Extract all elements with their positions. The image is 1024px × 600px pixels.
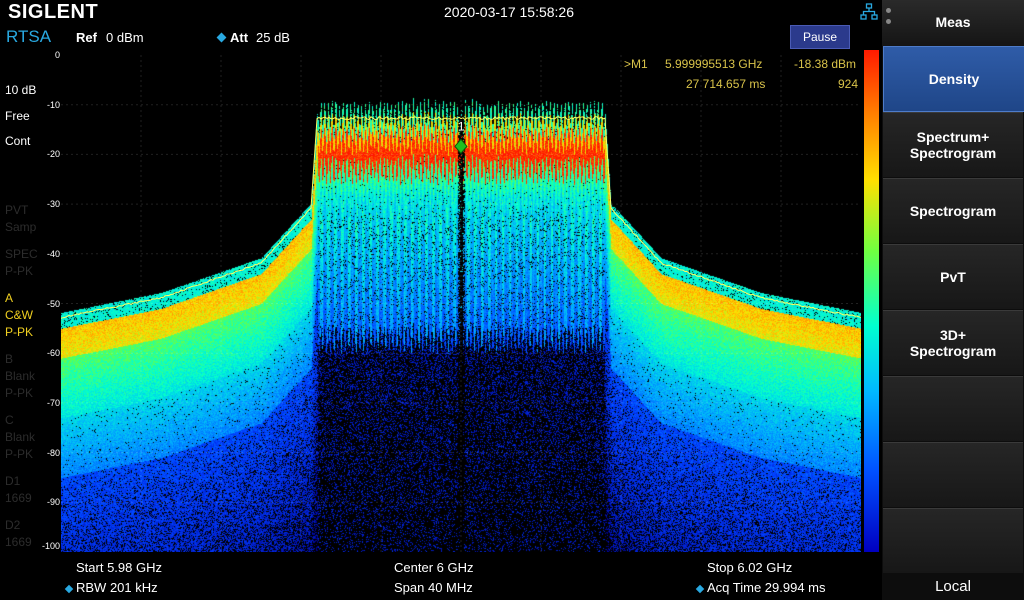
span-value[interactable]: Span 40 MHz [394,580,473,595]
y-tick-label: -90 [46,497,60,508]
trace-pvt: PVT [5,203,29,217]
marker-1-diamond[interactable] [454,138,468,155]
trace-b[interactable]: B [5,352,13,366]
trace-d2[interactable]: D2 [5,518,20,532]
ref-label: Ref [76,30,97,45]
meas-title: Meas [935,14,971,30]
start-frequency[interactable]: Start 5.98 GHz [76,560,162,575]
meas-header: Meas [882,0,1024,46]
trace-spec: SPEC [5,247,38,261]
trace-b-detector: P-PK [5,386,34,400]
menu-item-empty[interactable] [883,442,1023,507]
trace-a-detector: P-PK [5,325,34,339]
menu-item-spectrum-spectrogram[interactable]: Spectrum+ Spectrogram [883,112,1023,177]
trace-a-mode: C&W [5,308,33,322]
rbw-auto-icon [64,584,74,594]
pause-button[interactable]: Pause [790,25,850,49]
y-tick-label: -70 [46,397,60,408]
att-auto-icon [216,32,227,43]
trace-c[interactable]: C [5,413,14,427]
menu-item-3d-spectrogram[interactable]: 3D+ Spectrogram [883,310,1023,375]
trace-b-mode: Blank [5,369,36,383]
trace-c-detector: P-PK [5,447,34,461]
trace-spec-detector: P-PK [5,264,34,278]
datetime: 2020-03-17 15:58:26 [444,4,574,20]
att-label: Att [230,30,249,45]
sweep-mode[interactable]: Cont [5,134,30,148]
marker-hits: 924 [838,77,859,91]
y-tick-label: -50 [46,298,60,309]
trace-d2-value: 1669 [5,535,32,549]
trace-a[interactable]: A [5,291,13,305]
mode-label[interactable]: RTSA [6,27,51,47]
marker-label: >M1 [624,57,648,71]
y-tick-label: -40 [46,248,60,259]
center-frequency[interactable]: Center 6 GHz [394,560,473,575]
y-tick-label: -30 [46,199,60,210]
y-tick-label: -10 [46,99,60,110]
density-plot[interactable]: 1 [61,55,861,552]
local-status[interactable]: Local [882,578,1024,595]
marker-1-label: 1 [458,119,465,133]
brand-logo: SIGLENT [8,1,99,23]
menu-item-spectrogram[interactable]: Spectrogram [883,178,1023,243]
trigger-mode[interactable]: Free [5,109,30,123]
y-tick-label: -100 [41,541,60,551]
network-icon[interactable] [860,3,878,21]
density-colorbar [864,50,879,552]
acq-time[interactable]: Acq Time 29.994 ms [707,580,826,595]
y-tick-label: -80 [46,447,60,458]
rbw-value[interactable]: RBW 201 kHz [76,580,158,595]
marker-level: -18.38 dBm [794,57,857,71]
top-bar: SIGLENT 2020-03-17 15:58:26 [0,0,882,24]
y-tick-label: 0 [54,50,60,60]
marker-frequency: 5.999995513 GHz [665,57,763,71]
menu-item-empty[interactable] [883,508,1023,573]
plot-overlay: 1 [61,55,861,552]
y-tick-label: -20 [46,149,60,160]
att-value[interactable]: 25 dB [256,30,290,45]
marker-time: 27 714.657 ms [686,77,766,91]
trace-d1-value: 1669 [5,491,32,505]
trace-c-mode: Blank [5,430,36,444]
trace-pvt-detector: Samp [5,220,37,234]
y-tick-label: -60 [46,348,60,359]
acq-auto-icon [695,584,705,594]
menu-item-pvt[interactable]: PvT [883,244,1023,309]
scale-div[interactable]: 10 dB [5,83,36,97]
ref-value[interactable]: 0 dBm [106,30,144,45]
stop-frequency[interactable]: Stop 6.02 GHz [707,560,792,575]
menu-item-density[interactable]: Density [883,46,1024,112]
menu-item-empty[interactable] [883,376,1023,441]
measure-sidebar: Meas Density Spectrum+ Spectrogram Spectro… [882,0,1024,600]
trace-d1[interactable]: D1 [5,474,20,488]
